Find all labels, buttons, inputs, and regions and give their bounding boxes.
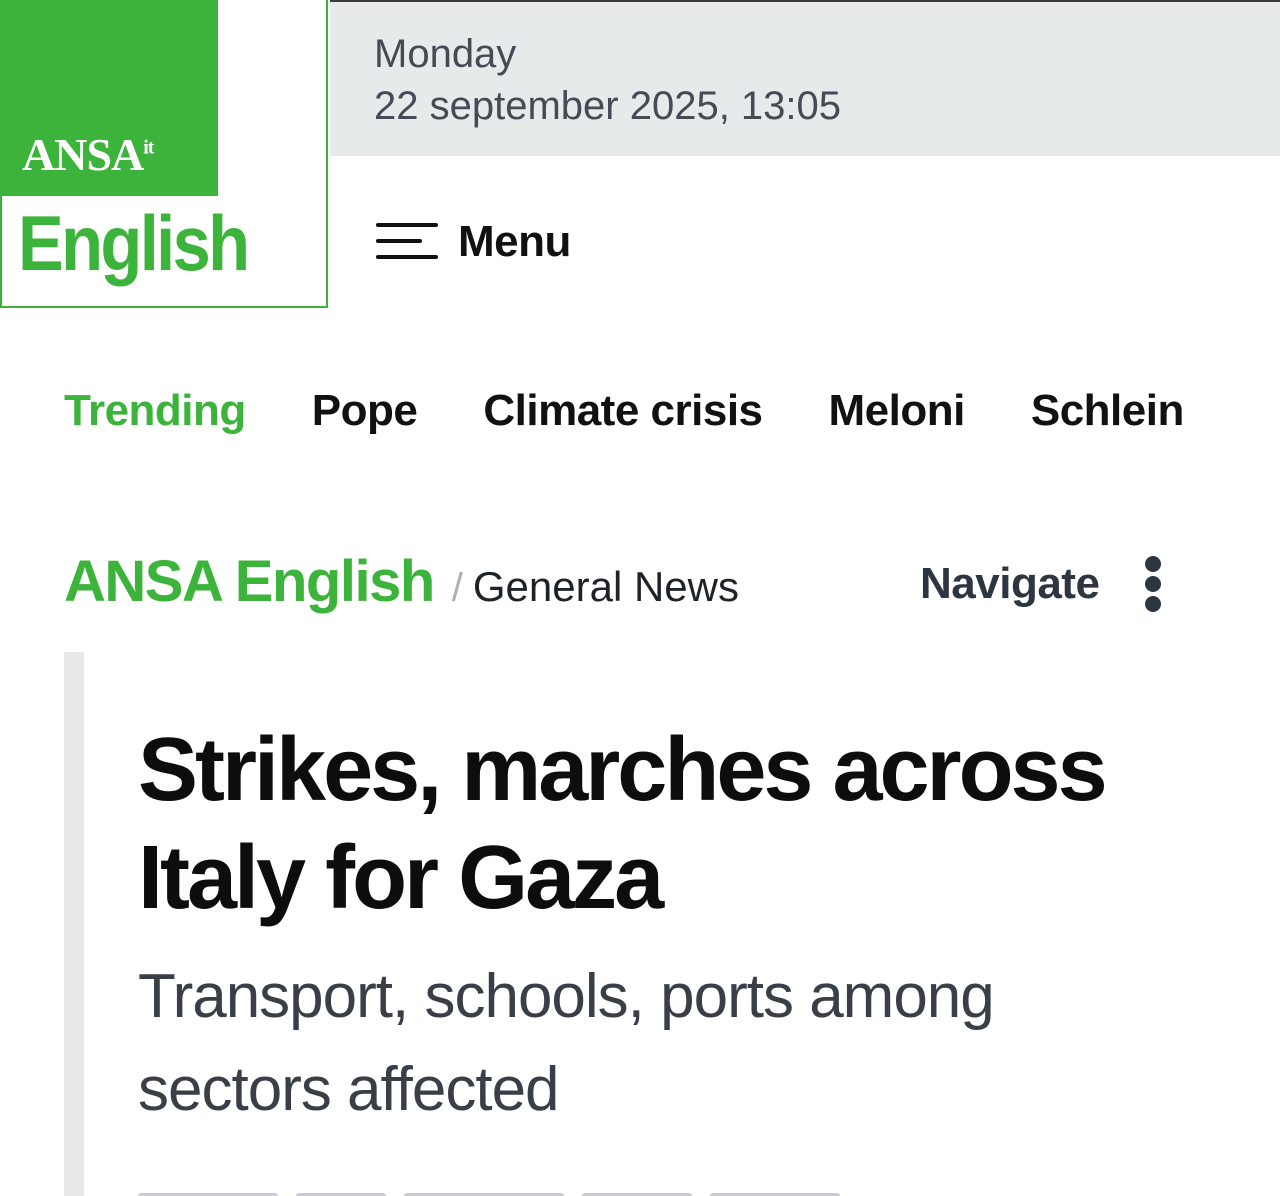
- trending-label: Trending: [64, 386, 246, 435]
- site-logo[interactable]: ANSAit English: [0, 0, 328, 308]
- article-accent-bar: [64, 652, 84, 1196]
- breadcrumb-separator: /: [451, 566, 463, 610]
- vertical-dots-icon: [1145, 556, 1162, 612]
- hamburger-menu-icon: [374, 217, 438, 267]
- breadcrumb-home-link[interactable]: ANSA English: [64, 548, 435, 615]
- breadcrumb: ANSA English / General News: [64, 548, 739, 615]
- breadcrumb-section-link[interactable]: General News: [473, 563, 739, 611]
- navigate-button[interactable]: Navigate: [920, 556, 1162, 612]
- date-bar: Monday 22 september 2025, 13:05: [330, 0, 1280, 156]
- article-headline: Strikes, marches across Italy for Gaza: [138, 720, 1108, 928]
- trending-item-climate-crisis[interactable]: Climate crisis: [483, 386, 763, 436]
- menu-button[interactable]: Menu: [374, 212, 571, 272]
- menu-label: Menu: [458, 217, 571, 266]
- article-subheadline: Transport, schools, ports among sectors …: [138, 962, 995, 1124]
- date-full: 22 september 2025, 13:05: [374, 84, 842, 128]
- trending-item-schlein[interactable]: Schlein: [1031, 386, 1185, 436]
- article-next-line-cropped: [138, 1188, 858, 1196]
- trending-item-meloni[interactable]: Meloni: [829, 386, 966, 436]
- trending-nav: Trending Pope Climate crisis Meloni Schl…: [64, 386, 1184, 436]
- page: ANSAit English Monday 22 september 2025,…: [0, 0, 1280, 1196]
- navigate-label: Navigate: [920, 559, 1100, 608]
- logo-ansa-wordmark: ANSAit: [22, 129, 154, 180]
- date-day: Monday: [374, 32, 517, 76]
- logo-it-suffix: it: [143, 136, 154, 159]
- trending-item-pope[interactable]: Pope: [312, 386, 418, 436]
- logo-edition-label: English: [18, 199, 250, 287]
